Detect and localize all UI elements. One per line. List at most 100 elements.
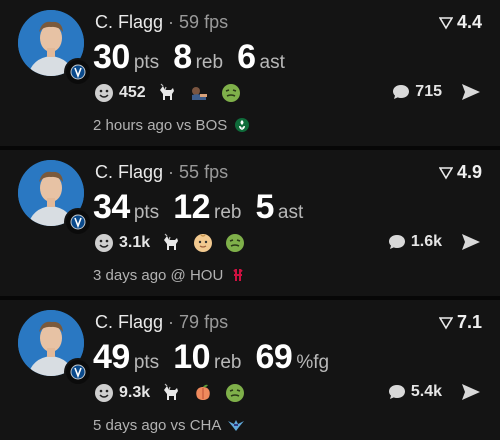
stat-line: 49 pts 10 reb 69 %fg [93,338,343,377]
fps-value: 59 fps [179,12,229,32]
goat-icon[interactable] [160,232,182,254]
stat-points: 49 pts [93,338,159,377]
post-actions: 1.6k [387,232,482,252]
reaction-button[interactable]: 452 [93,82,146,104]
mavericks-logo-icon [64,358,92,386]
chevron-funnel-icon [438,316,453,330]
game-time-opponent: 3 days ago @ HOU [93,266,224,284]
reaction-button[interactable]: 3.1k [93,232,150,254]
reactions-bar: 3.1k [93,232,246,254]
chevron-funnel-icon [438,16,453,30]
reactions-bar: 9.3k [93,382,246,404]
peach-icon[interactable] [192,382,214,404]
stat-assists: 5 ast [255,188,303,227]
hornets-logo-icon [227,416,245,434]
post-card[interactable]: C. Flagg · 79 fps 7.1 49 pts 10 reb 69 %fg … [0,300,500,440]
stat-unit: reb [214,352,242,373]
reaction-count: 452 [119,84,146,101]
stat-value: 10 [173,338,211,376]
goat-icon[interactable] [156,82,178,104]
stat-unit: reb [195,52,224,73]
reaction-button[interactable]: 9.3k [93,382,150,404]
stat-value: 49 [93,338,130,376]
rockets-logo-icon [229,266,247,284]
post-header: C. Flagg · 55 fps [95,162,229,182]
player-name[interactable]: C. Flagg [95,162,163,182]
stat-value: 6 [237,38,256,76]
stat-value: 12 [173,188,211,226]
comment-count: 1.6k [410,233,442,250]
comment-bubble-icon [388,385,405,399]
reactions-bar: 452 [93,82,242,104]
stat-field-goal: 69 %fg [255,338,329,377]
rating-value: 7.1 [456,312,482,332]
comments-button[interactable]: 715 [391,83,442,101]
fps-value: 79 fps [179,312,229,332]
post-card[interactable]: C. Flagg · 59 fps 4.4 30 pts 8 reb 6 ast 45… [0,0,500,146]
comments-button[interactable]: 5.4k [387,383,442,401]
stat-unit: pts [133,352,160,373]
stat-unit: %fg [296,352,330,373]
mavericks-logo-icon [64,58,92,86]
stat-assists: 6 ast [237,38,285,77]
stat-line: 34 pts 12 reb 5 ast [93,188,317,227]
stat-value: 5 [255,188,274,226]
baby-icon[interactable] [192,232,214,254]
stat-rebounds: 8 reb [173,38,223,77]
reaction-count: 3.1k [119,234,151,251]
smiley-icon [93,232,115,254]
game-feed: C. Flagg · 59 fps 4.4 30 pts 8 reb 6 ast 45… [0,0,500,440]
comment-count: 5.4k [410,383,442,400]
celtics-logo-icon [233,116,251,134]
stat-value: 34 [93,188,130,226]
game-time-opponent: 5 days ago vs CHA [93,416,222,434]
stat-unit: reb [214,202,242,223]
post-header: C. Flagg · 79 fps [95,312,229,332]
stat-value: 30 [93,38,130,76]
stat-value: 8 [173,38,192,76]
player-name[interactable]: C. Flagg [95,12,163,32]
rating-value: 4.9 [456,162,482,182]
comments-button[interactable]: 1.6k [387,233,442,251]
comment-bubble-icon [388,235,405,249]
player-name[interactable]: C. Flagg [95,312,163,332]
share-send-icon[interactable] [460,232,482,252]
stat-unit: pts [133,52,160,73]
post-card[interactable]: C. Flagg · 55 fps 4.9 34 pts 12 reb 5 ast 3… [0,150,500,296]
post-header: C. Flagg · 59 fps [95,12,229,32]
stat-rebounds: 10 reb [173,338,241,377]
rating[interactable]: 4.4 [438,12,482,33]
game-time-opponent: 2 hours ago vs BOS [93,116,228,134]
share-send-icon[interactable] [460,382,482,402]
smiley-icon [93,82,115,104]
smiley-icon [93,382,115,404]
stat-points: 30 pts [93,38,159,77]
stat-rebounds: 12 reb [173,188,241,227]
game-info[interactable]: 5 days ago vs CHA [93,416,245,434]
reaction-count: 9.3k [119,384,151,401]
stat-line: 30 pts 8 reb 6 ast [93,38,299,77]
stat-unit: pts [133,202,160,223]
stat-points: 34 pts [93,188,159,227]
fps-value: 55 fps [179,162,229,182]
post-actions: 5.4k [387,382,482,402]
stat-value: 69 [255,338,293,376]
bowing-person-icon[interactable] [188,82,210,104]
post-actions: 715 [391,82,482,102]
nauseated-face-icon[interactable] [220,82,242,104]
goat-icon[interactable] [160,382,182,404]
game-info[interactable]: 2 hours ago vs BOS [93,116,251,134]
mavericks-logo-icon [64,208,92,236]
share-send-icon[interactable] [460,82,482,102]
stat-unit: ast [259,52,285,73]
rating[interactable]: 4.9 [438,162,482,183]
nauseated-face-icon[interactable] [224,232,246,254]
rating[interactable]: 7.1 [438,312,482,333]
comment-bubble-icon [393,85,410,99]
nauseated-face-icon[interactable] [224,382,246,404]
stat-unit: ast [277,202,304,223]
chevron-funnel-icon [438,166,453,180]
comment-count: 715 [415,83,442,100]
game-info[interactable]: 3 days ago @ HOU [93,266,247,284]
rating-value: 4.4 [456,12,482,32]
